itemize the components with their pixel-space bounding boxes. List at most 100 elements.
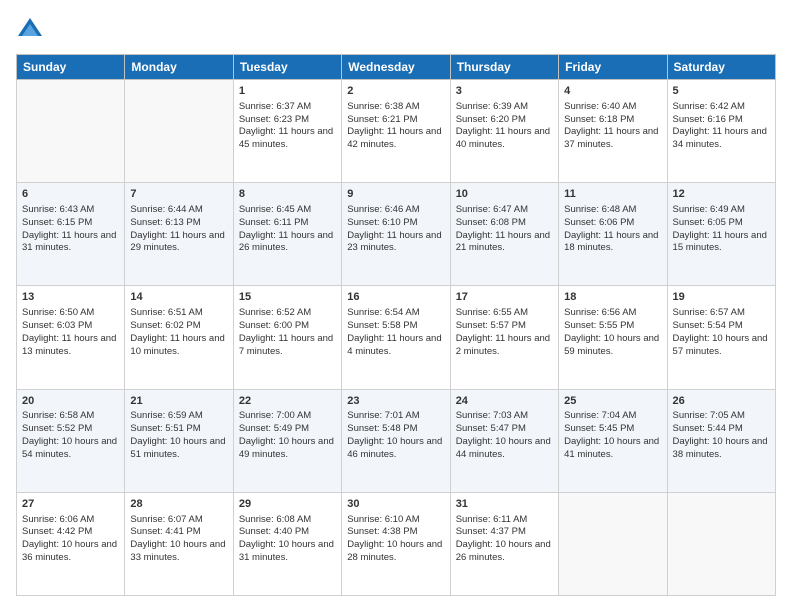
sunrise-text: Sunrise: 6:10 AM (347, 514, 419, 525)
day-number: 22 (239, 394, 336, 409)
header-day-thursday: Thursday (450, 55, 558, 80)
daylight-text: Daylight: 11 hours and 40 minutes. (456, 126, 550, 150)
sunrise-text: Sunrise: 6:46 AM (347, 204, 419, 215)
day-number: 16 (347, 290, 444, 305)
sunrise-text: Sunrise: 6:43 AM (22, 204, 94, 215)
day-number: 8 (239, 187, 336, 202)
daylight-text: Daylight: 11 hours and 37 minutes. (564, 126, 658, 150)
header (16, 16, 776, 44)
sunrise-text: Sunrise: 6:42 AM (673, 101, 745, 112)
day-number: 25 (564, 394, 661, 409)
day-number: 30 (347, 497, 444, 512)
calendar-cell: 29Sunrise: 6:08 AMSunset: 4:40 PMDayligh… (233, 492, 341, 595)
day-number: 28 (130, 497, 227, 512)
header-day-tuesday: Tuesday (233, 55, 341, 80)
sunset-text: Sunset: 6:06 PM (564, 217, 634, 228)
day-number: 29 (239, 497, 336, 512)
calendar-cell: 2Sunrise: 6:38 AMSunset: 6:21 PMDaylight… (342, 80, 450, 183)
sunset-text: Sunset: 6:00 PM (239, 320, 309, 331)
sunrise-text: Sunrise: 6:45 AM (239, 204, 311, 215)
daylight-text: Daylight: 11 hours and 2 minutes. (456, 333, 550, 357)
header-day-monday: Monday (125, 55, 233, 80)
calendar-cell: 22Sunrise: 7:00 AMSunset: 5:49 PMDayligh… (233, 389, 341, 492)
sunrise-text: Sunrise: 6:47 AM (456, 204, 528, 215)
header-day-sunday: Sunday (17, 55, 125, 80)
sunrise-text: Sunrise: 6:59 AM (130, 410, 202, 421)
daylight-text: Daylight: 11 hours and 4 minutes. (347, 333, 441, 357)
page: SundayMondayTuesdayWednesdayThursdayFrid… (0, 0, 792, 612)
calendar-cell: 18Sunrise: 6:56 AMSunset: 5:55 PMDayligh… (559, 286, 667, 389)
day-number: 14 (130, 290, 227, 305)
sunset-text: Sunset: 5:52 PM (22, 423, 92, 434)
sunrise-text: Sunrise: 6:50 AM (22, 307, 94, 318)
sunset-text: Sunset: 6:05 PM (673, 217, 743, 228)
calendar-cell: 3Sunrise: 6:39 AMSunset: 6:20 PMDaylight… (450, 80, 558, 183)
day-number: 18 (564, 290, 661, 305)
daylight-text: Daylight: 11 hours and 18 minutes. (564, 230, 658, 254)
calendar-cell (667, 492, 775, 595)
daylight-text: Daylight: 11 hours and 15 minutes. (673, 230, 767, 254)
calendar-cell (125, 80, 233, 183)
sunset-text: Sunset: 6:20 PM (456, 114, 526, 125)
sunset-text: Sunset: 6:13 PM (130, 217, 200, 228)
sunset-text: Sunset: 6:08 PM (456, 217, 526, 228)
calendar-cell: 26Sunrise: 7:05 AMSunset: 5:44 PMDayligh… (667, 389, 775, 492)
daylight-text: Daylight: 10 hours and 49 minutes. (239, 436, 334, 460)
logo (16, 16, 48, 44)
sunset-text: Sunset: 4:38 PM (347, 526, 417, 537)
sunset-text: Sunset: 6:02 PM (130, 320, 200, 331)
calendar-cell: 21Sunrise: 6:59 AMSunset: 5:51 PMDayligh… (125, 389, 233, 492)
header-day-saturday: Saturday (667, 55, 775, 80)
day-number: 24 (456, 394, 553, 409)
calendar-cell: 25Sunrise: 7:04 AMSunset: 5:45 PMDayligh… (559, 389, 667, 492)
calendar-cell: 30Sunrise: 6:10 AMSunset: 4:38 PMDayligh… (342, 492, 450, 595)
daylight-text: Daylight: 11 hours and 21 minutes. (456, 230, 550, 254)
daylight-text: Daylight: 10 hours and 31 minutes. (239, 539, 334, 563)
header-day-wednesday: Wednesday (342, 55, 450, 80)
sunrise-text: Sunrise: 6:38 AM (347, 101, 419, 112)
daylight-text: Daylight: 11 hours and 10 minutes. (130, 333, 224, 357)
daylight-text: Daylight: 11 hours and 29 minutes. (130, 230, 224, 254)
week-row-2: 6 Sunrise: 6:43 AM Sunset: 6:15 PM Daylight… (17, 183, 776, 286)
daylight-text: Daylight: 11 hours and 23 minutes. (347, 230, 441, 254)
calendar-cell: 1Sunrise: 6:37 AMSunset: 6:23 PMDaylight… (233, 80, 341, 183)
day-number: 9 (347, 187, 444, 202)
sunset-text: Sunset: 6:15 PM (22, 217, 92, 228)
calendar-cell: 4Sunrise: 6:40 AMSunset: 6:18 PMDaylight… (559, 80, 667, 183)
sunset-text: Sunset: 6:18 PM (564, 114, 634, 125)
daylight-text: Daylight: 10 hours and 38 minutes. (673, 436, 768, 460)
calendar-cell: 6Sunrise: 6:43 AMSunset: 6:15 PMDaylight… (17, 183, 125, 286)
sunset-text: Sunset: 5:57 PM (456, 320, 526, 331)
calendar-cell: 13Sunrise: 6:50 AMSunset: 6:03 PMDayligh… (17, 286, 125, 389)
calendar-cell: 9 Sunrise: 6:46 AM Sunset: 6:10 PM Daylight… (342, 183, 450, 286)
sunrise-text: Sunrise: 6:08 AM (239, 514, 311, 525)
daylight-text: Daylight: 11 hours and 26 minutes. (239, 230, 333, 254)
sunrise-text: Sunrise: 6:49 AM (673, 204, 745, 215)
sunset-text: Sunset: 5:58 PM (347, 320, 417, 331)
sunrise-text: Sunrise: 7:03 AM (456, 410, 528, 421)
day-number: 6 (22, 187, 119, 202)
sunrise-text: Sunrise: 6:37 AM (239, 101, 311, 112)
sunset-text: Sunset: 6:10 PM (347, 217, 417, 228)
day-number: 1 (239, 84, 336, 99)
day-number: 26 (673, 394, 770, 409)
header-day-friday: Friday (559, 55, 667, 80)
day-number: 12 (673, 187, 770, 202)
sunrise-text: Sunrise: 6:51 AM (130, 307, 202, 318)
week-row-1: 1Sunrise: 6:37 AMSunset: 6:23 PMDaylight… (17, 80, 776, 183)
daylight-text: Daylight: 10 hours and 26 minutes. (456, 539, 551, 563)
daylight-text: Daylight: 10 hours and 33 minutes. (130, 539, 225, 563)
daylight-text: Daylight: 11 hours and 7 minutes. (239, 333, 333, 357)
sunset-text: Sunset: 5:51 PM (130, 423, 200, 434)
sunrise-text: Sunrise: 6:11 AM (456, 514, 528, 525)
daylight-text: Daylight: 10 hours and 41 minutes. (564, 436, 659, 460)
sunrise-text: Sunrise: 6:58 AM (22, 410, 94, 421)
calendar-cell: 23Sunrise: 7:01 AMSunset: 5:48 PMDayligh… (342, 389, 450, 492)
calendar-cell: 31Sunrise: 6:11 AMSunset: 4:37 PMDayligh… (450, 492, 558, 595)
sunrise-text: Sunrise: 6:56 AM (564, 307, 636, 318)
daylight-text: Daylight: 10 hours and 46 minutes. (347, 436, 442, 460)
day-number: 5 (673, 84, 770, 99)
calendar-table: SundayMondayTuesdayWednesdayThursdayFrid… (16, 54, 776, 596)
logo-icon (16, 16, 44, 44)
calendar-cell: 27Sunrise: 6:06 AMSunset: 4:42 PMDayligh… (17, 492, 125, 595)
